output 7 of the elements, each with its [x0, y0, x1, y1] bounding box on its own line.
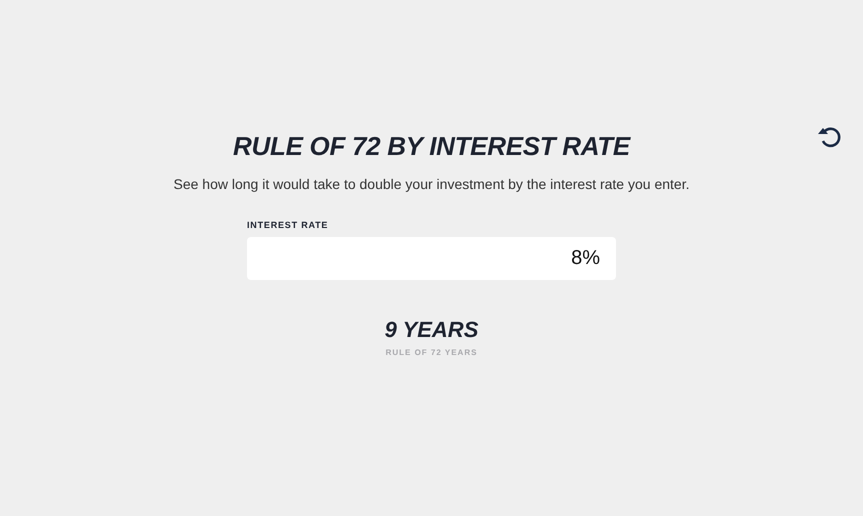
result-caption: RULE OF 72 YEARS	[386, 348, 478, 357]
field-label: INTEREST RATE	[247, 220, 330, 230]
reset-icon	[817, 125, 843, 149]
interest-rate-field[interactable]: 8%	[247, 237, 616, 280]
description: See how long it would take to double your investment by the interest rate you enter.	[174, 176, 690, 192]
result-value: 9 YEARS	[384, 316, 478, 344]
page-title: RULE OF 72 BY INTEREST RATE	[233, 130, 630, 163]
